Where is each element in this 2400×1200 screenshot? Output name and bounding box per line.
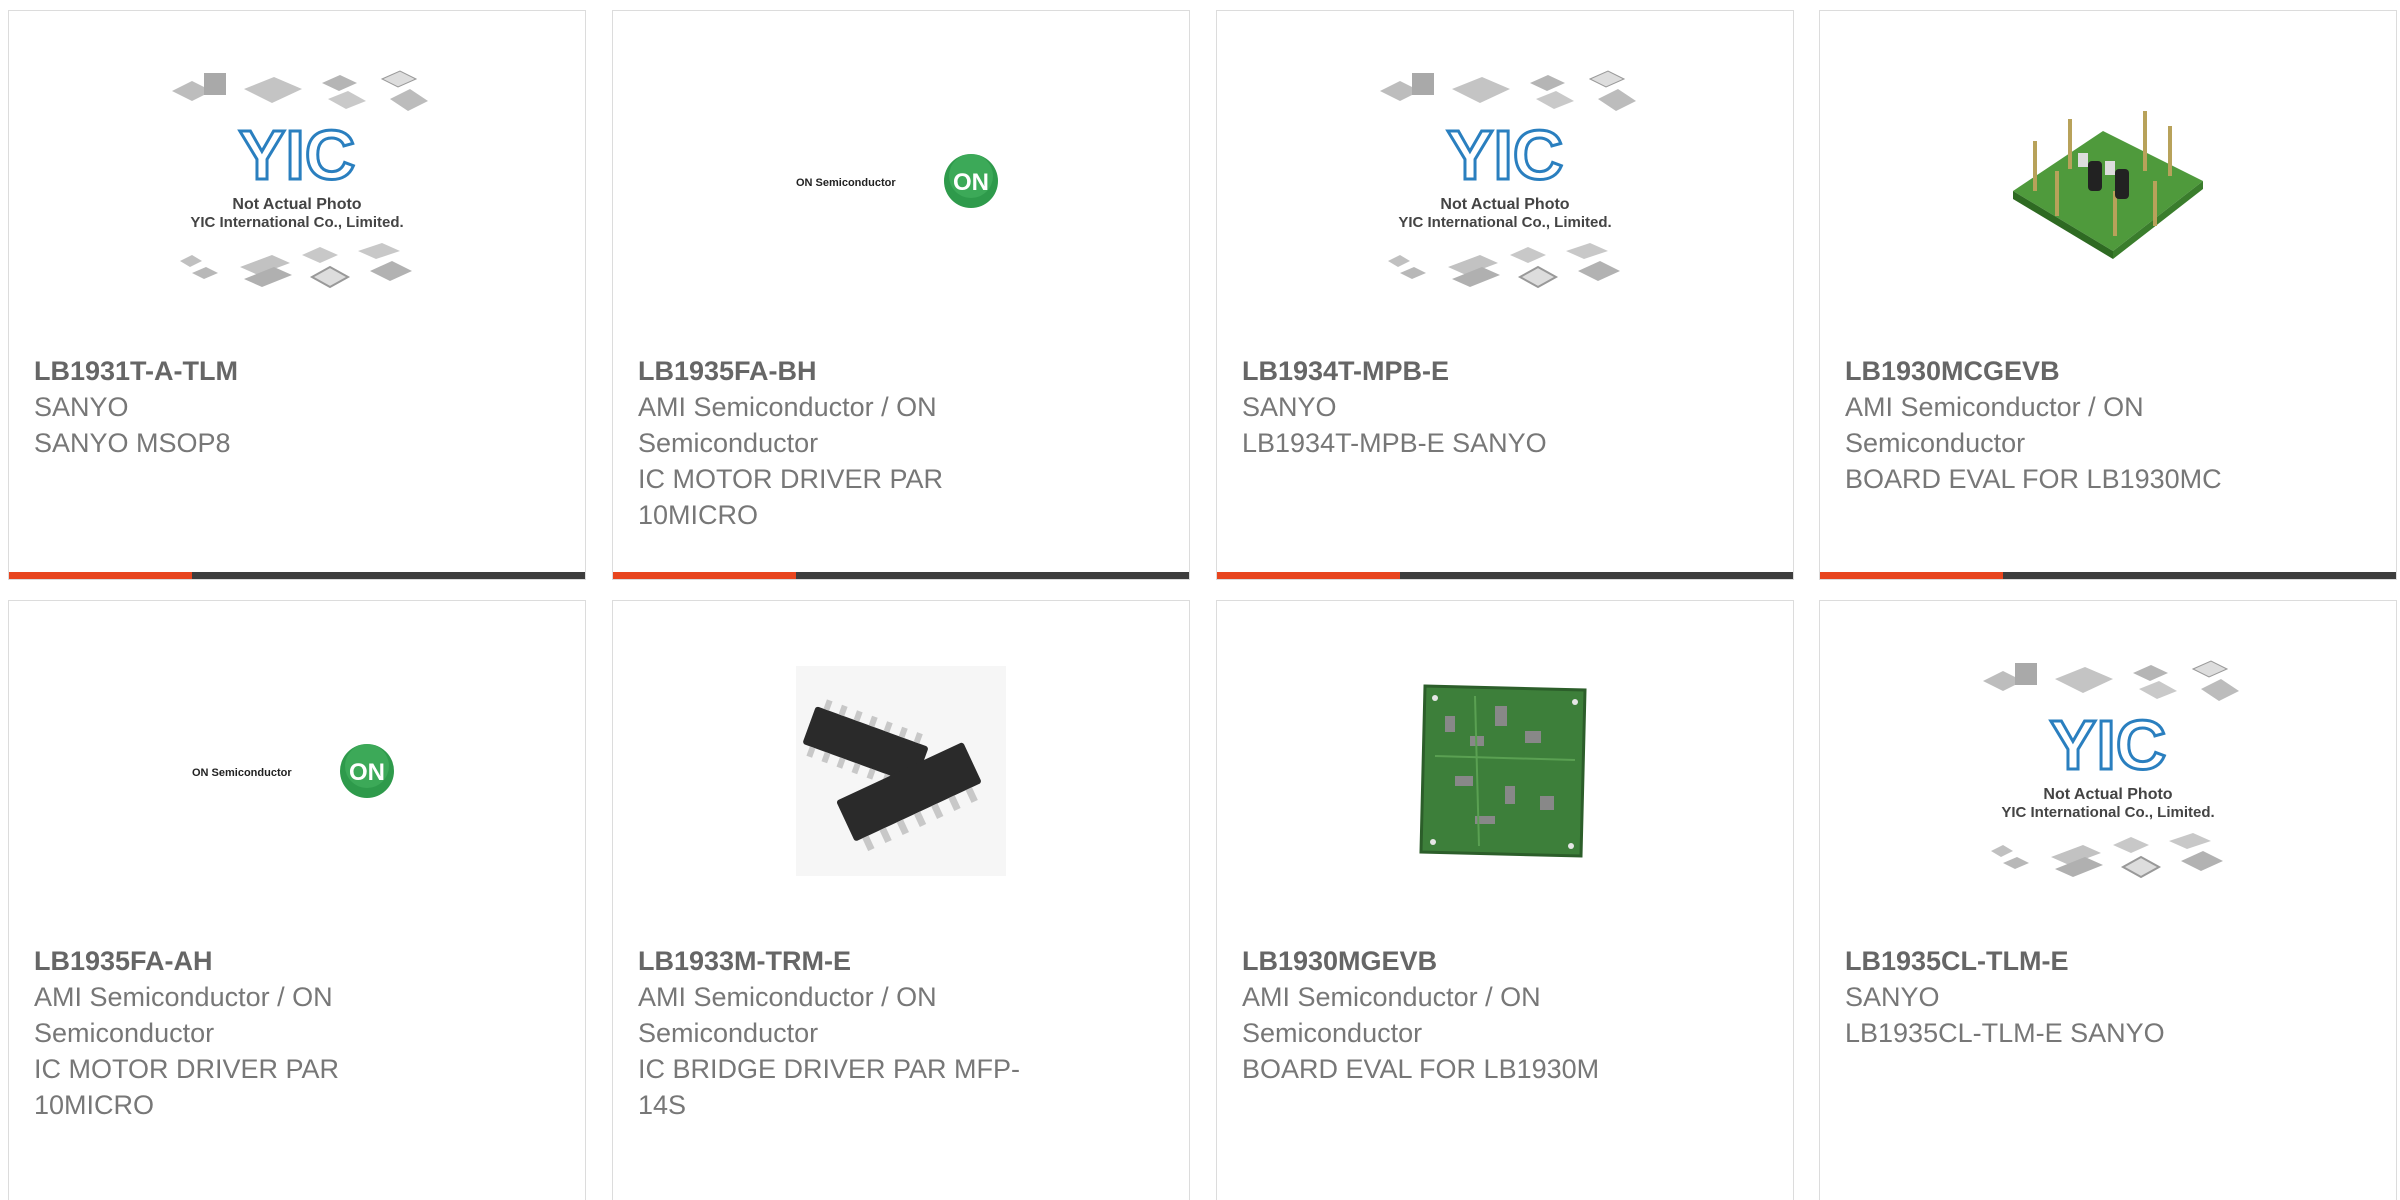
svg-text:ON: ON [953, 169, 989, 196]
product-card[interactable]: YIC Not Actual Photo YIC International C… [1216, 10, 1794, 580]
on-semiconductor-logo: ON Semiconductor ON [613, 11, 1189, 351]
svg-text:YIC: YIC [239, 116, 356, 194]
card-footer-bar [1217, 572, 1793, 579]
manufacturer: AMI Semiconductor / ON Semiconductor [638, 392, 937, 458]
svg-text:Not Actual Photo: Not Actual Photo [2043, 786, 2172, 803]
yic-placeholder-icon: YIC Not Actual Photo YIC International C… [9, 11, 585, 351]
svg-text:YIC International Co., Limited: YIC International Co., Limited. [2001, 804, 2214, 821]
part-number[interactable]: LB1931T-A-TLM [34, 353, 454, 389]
svg-text:ON Semiconductor: ON Semiconductor [796, 177, 896, 189]
ic-chip-photo [613, 601, 1189, 941]
part-number[interactable]: LB1934T-MPB-E [1242, 353, 1662, 389]
product-card[interactable]: ON Semiconductor ON LB1935FA-BH AMI Semi… [612, 10, 1190, 580]
svg-text:ON Semiconductor: ON Semiconductor [192, 767, 292, 779]
description: IC MOTOR DRIVER PAR 10MICRO [34, 1054, 340, 1120]
on-semiconductor-logo: ON Semiconductor ON [9, 601, 585, 941]
description: BOARD EVAL FOR LB1930M [1242, 1054, 1600, 1084]
product-card[interactable]: YIC Not Actual Photo YIC International C… [8, 10, 586, 580]
description: IC MOTOR DRIVER PAR 10MICRO [638, 464, 944, 530]
part-number[interactable]: LB1933M-TRM-E [638, 943, 1058, 979]
product-card[interactable]: LB1930MGEVB AMI Semiconductor / ON Semic… [1216, 600, 1794, 1200]
svg-text:YIC International Co., Limited: YIC International Co., Limited. [1398, 214, 1611, 231]
product-card[interactable]: LB1933M-TRM-E AMI Semiconductor / ON Sem… [612, 600, 1190, 1200]
description: LB1934T-MPB-E SANYO [1242, 428, 1547, 458]
manufacturer: AMI Semiconductor / ON Semiconductor [638, 982, 937, 1048]
part-number[interactable]: LB1930MCGEVB [1845, 353, 2265, 389]
svg-text:ON: ON [349, 759, 385, 786]
product-card[interactable]: ON Semiconductor ON LB1935FA-AH AMI Semi… [8, 600, 586, 1200]
svg-text:YIC: YIC [2050, 706, 2167, 784]
svg-text:Not Actual Photo: Not Actual Photo [232, 196, 361, 213]
card-footer-bar [1820, 572, 2396, 579]
manufacturer: SANYO [34, 392, 129, 422]
yic-placeholder-icon: YIC Not Actual Photo YIC International C… [1217, 11, 1793, 351]
eval-board-photo [1820, 11, 2396, 351]
description: SANYO MSOP8 [34, 428, 231, 458]
card-footer-bar [613, 572, 1189, 579]
svg-text:YIC International Co., Limited: YIC International Co., Limited. [190, 214, 403, 231]
pcb-board-photo [1217, 601, 1793, 941]
manufacturer: AMI Semiconductor / ON Semiconductor [34, 982, 333, 1048]
manufacturer: AMI Semiconductor / ON Semiconductor [1845, 392, 2144, 458]
part-number[interactable]: LB1935CL-TLM-E [1845, 943, 2265, 979]
card-footer-bar [9, 572, 585, 579]
part-number[interactable]: LB1935FA-AH [34, 943, 454, 979]
yic-placeholder-icon: YIC Not Actual Photo YIC International C… [1820, 601, 2396, 941]
manufacturer: SANYO [1845, 982, 1940, 1012]
manufacturer: AMI Semiconductor / ON Semiconductor [1242, 982, 1541, 1048]
svg-text:Not Actual Photo: Not Actual Photo [1440, 196, 1569, 213]
svg-text:YIC: YIC [1447, 116, 1564, 194]
manufacturer: SANYO [1242, 392, 1337, 422]
description: LB1935CL-TLM-E SANYO [1845, 1018, 2165, 1048]
part-number[interactable]: LB1930MGEVB [1242, 943, 1662, 979]
description: IC BRIDGE DRIVER PAR MFP-14S [638, 1054, 1021, 1120]
description: BOARD EVAL FOR LB1930MC [1845, 464, 2222, 494]
part-number[interactable]: LB1935FA-BH [638, 353, 1058, 389]
product-card[interactable]: YIC Not Actual Photo YIC International C… [1819, 600, 2397, 1200]
product-card[interactable]: LB1930MCGEVB AMI Semiconductor / ON Semi… [1819, 10, 2397, 580]
